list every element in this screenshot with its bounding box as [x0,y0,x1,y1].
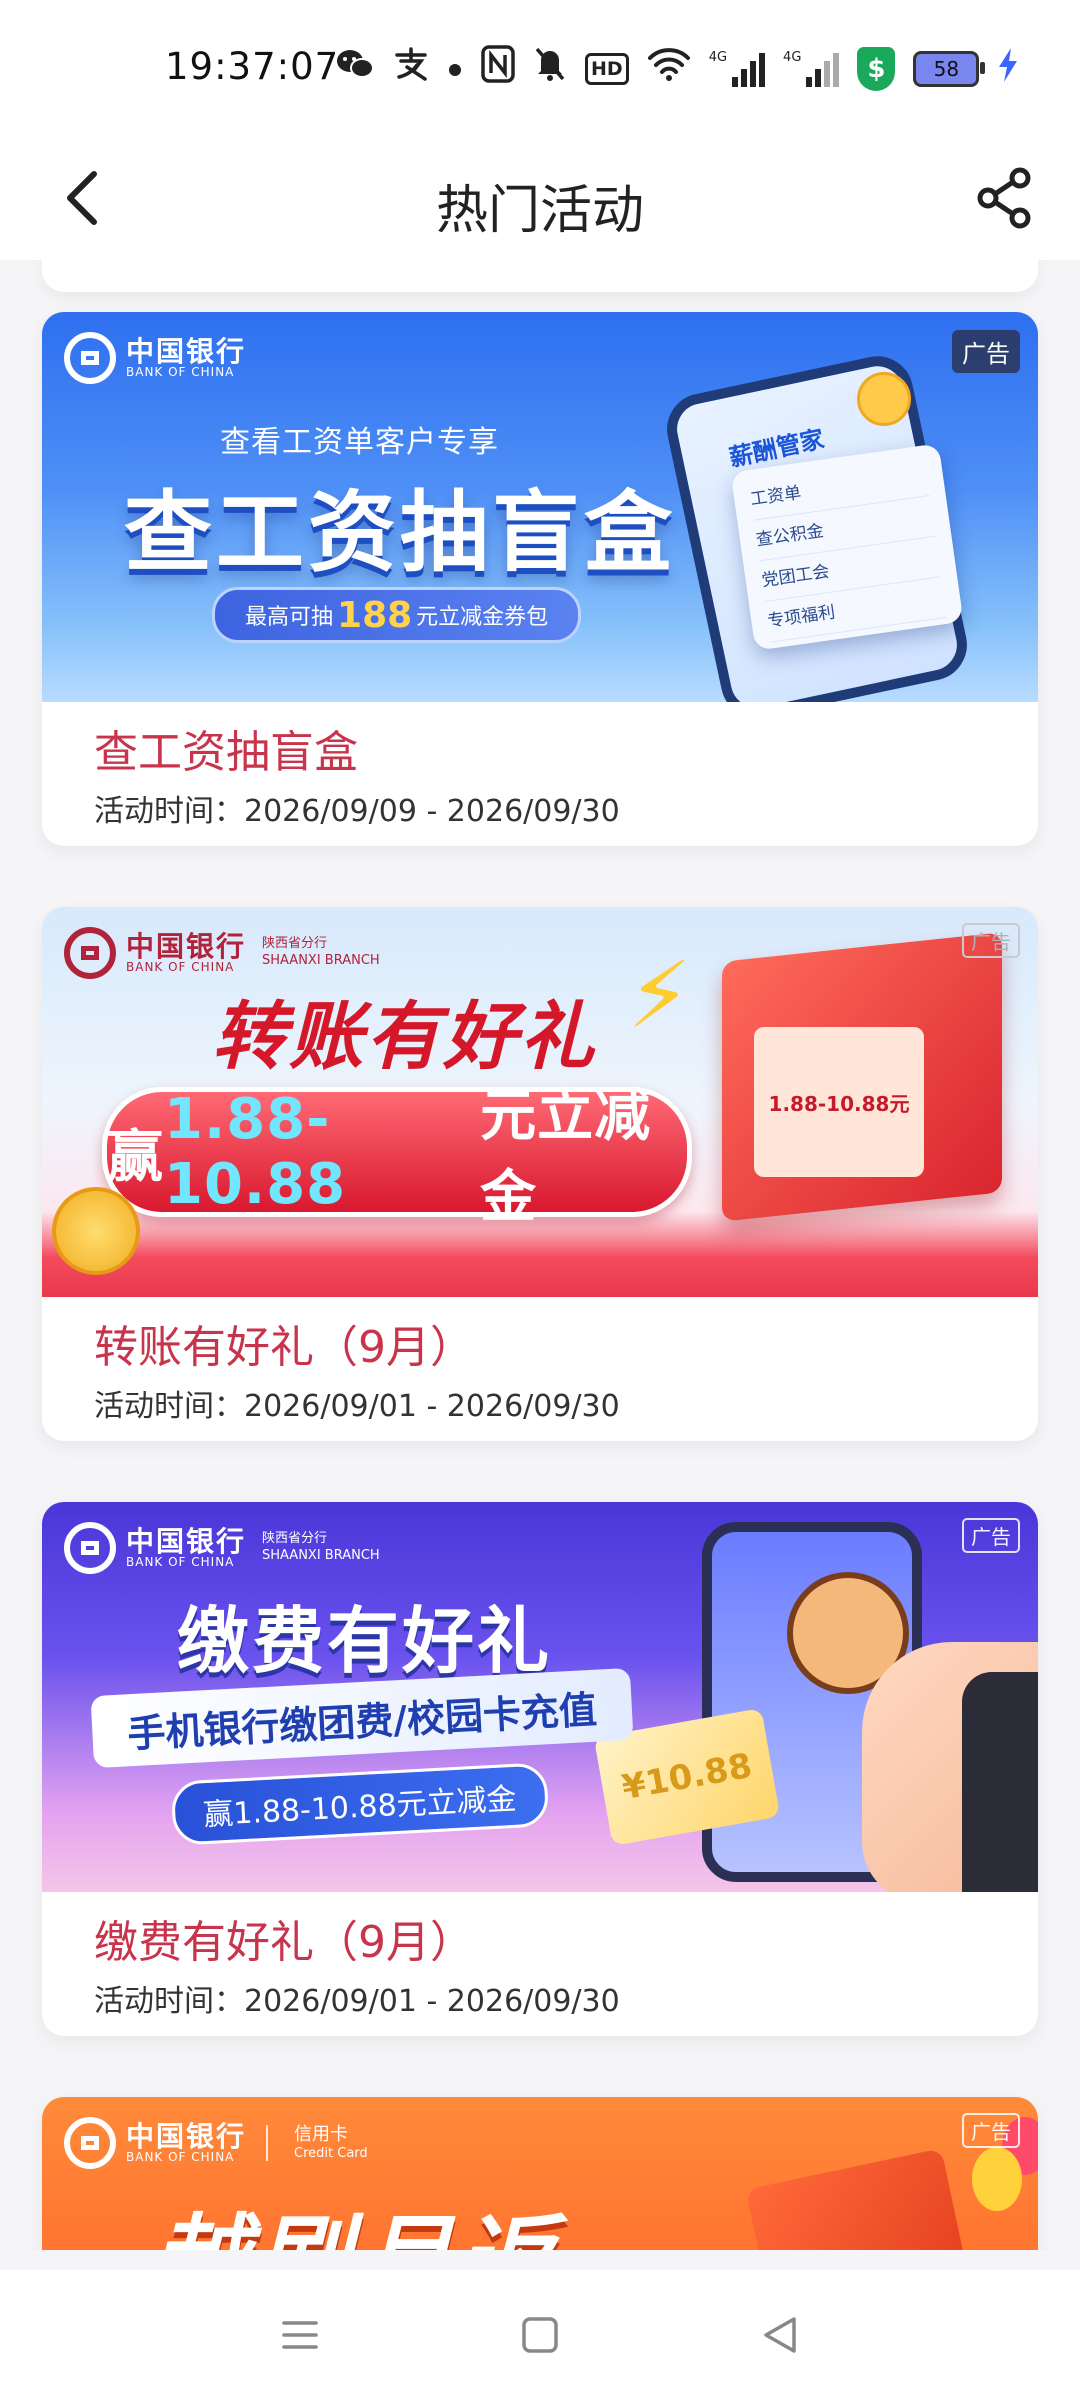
ad-badge: 广告 [962,923,1020,958]
banner-subline: 手机银行缴团费/校园卡充值 [90,1667,634,1769]
card-time: 活动时间：2026/09/01 - 2026/09/30 [94,1984,620,2019]
coin-illustration [52,1187,140,1275]
brand-name-cn: 中国银行 [126,335,247,368]
banner-headline: 查工资抽盲盒 [124,481,677,584]
ad-badge: 广告 [962,2113,1020,2148]
boc-logo: 中国银行 BANK OF CHINA 信用卡 Credit Card [64,2117,368,2169]
wifi-icon [647,46,691,93]
branch-name-cn: 陕西省分行 [262,1531,328,1547]
brand-name-cn: 中国银行 [126,1525,247,1558]
brand-name-cn: 中国银行 [126,930,247,963]
card-type-cn: 信用卡 [294,2123,349,2145]
alipay-icon [393,46,429,92]
pill-prefix: 最高可抽 [245,605,334,630]
signal-4g-label: 4G [708,50,728,65]
share-icon [977,167,1031,229]
pill-amount: 1.88-10.88 [164,1087,347,1217]
banner-pill: 赢1.88-10.88 元立减金 [102,1084,692,1230]
banner-headline: 缴费有好礼 [177,1599,553,1683]
card-title: 缴费有好礼（9月） [94,1917,474,1968]
mute-icon [533,45,567,94]
coin-illustration [857,372,911,426]
ad-badge: 广告 [952,330,1020,373]
dot-icon [447,49,463,89]
system-back-button[interactable] [740,2295,820,2375]
activity-card-payment[interactable]: 中国银行 BANK OF CHINA 陕西省分行 SHAANXI BRANCH … [42,1502,1038,2036]
boc-logo-icon [64,2117,116,2169]
activity-banner[interactable]: 中国银行 BANK OF CHINA 信用卡 Credit Card 越刷月返 … [42,2097,1038,2250]
banner-subtitle: 查看工资单客户专享 [220,425,499,460]
pill-suffix: 元立减金 [480,1084,652,1230]
recent-apps-button[interactable] [260,2295,340,2375]
lightning-icon: ⚡ [627,942,692,1049]
card-info: 查工资抽盲盒 活动时间：2026/09/09 - 2026/09/30 [42,702,1038,846]
hd-icon: HD [585,53,629,85]
activity-banner[interactable]: 中国银行 BANK OF CHINA 查看工资单客户专享 查工资抽盲盒 最高可抽… [42,312,1038,702]
boc-logo: 中国银行 BANK OF CHINA 陕西省分行 SHAANXI BRANCH [64,1522,380,1574]
page-title: 热门活动 [435,181,644,241]
branch-name-cn: 陕西省分行 [262,936,328,952]
nfc-icon [481,44,515,94]
wechat-icon [335,47,375,92]
boc-logo-icon [64,927,116,979]
activity-card-transfer[interactable]: 中国银行 BANK OF CHINA 陕西省分行 SHAANXI BRANCH … [42,907,1038,1441]
signal-4g-label: 4G [783,50,802,65]
envelope-illustration: 1.88-10.88元 [754,1027,924,1177]
branch-name-en: SHAANXI BRANCH [262,1548,380,1563]
home-button[interactable] [500,2295,580,2375]
sleeve-illustration [962,1672,1038,1892]
boc-logo-icon [64,332,116,384]
card-info: 转账有好礼（9月） 活动时间：2026/09/01 - 2026/09/30 [42,1297,1038,1441]
card-time: 活动时间：2026/09/09 - 2026/09/30 [94,794,620,829]
boc-logo: 中国银行 BANK OF CHINA 陕西省分行 SHAANXI BRANCH [64,927,380,979]
brand-name-en: BANK OF CHINA [126,365,235,380]
back-triangle-icon [764,2317,796,2353]
boc-logo: 中国银行 BANK OF CHINA [64,332,246,384]
pill-amount: 188 [337,594,413,636]
card-info: 缴费有好礼（9月） 活动时间：2026/09/01 - 2026/09/30 [42,1892,1038,2036]
gift-box-illustration [745,2148,979,2250]
status-icons: HD 4G 4G $ 58 [335,44,1019,94]
activity-banner[interactable]: 中国银行 BANK OF CHINA 陕西省分行 SHAANXI BRANCH … [42,907,1038,1297]
signal-4g-icon: 4G [708,50,766,87]
card-type-en: Credit Card [294,2146,368,2162]
brand-name-en: BANK OF CHINA [126,960,235,975]
status-time: 19:37:07 [165,45,340,88]
banner-headline: 越刷月返 [152,2182,560,2250]
app-header: 热门活动 [0,140,1080,260]
charging-icon [997,48,1019,90]
balloon-illustration [972,2147,1022,2211]
battery-icon: 58 [913,51,986,87]
ad-badge: 广告 [962,1518,1020,1553]
branch-name-en: SHAANXI BRANCH [262,953,380,968]
logo-divider [266,2125,269,2161]
brand-name-en: BANK OF CHINA [126,1555,235,1570]
activity-list[interactable]: 中国银行 BANK OF CHINA 查看工资单客户专享 查工资抽盲盒 最高可抽… [0,260,1080,2250]
envelope-text: 1.88-10.88元 [768,1091,910,1116]
card-title: 查工资抽盲盒 [94,727,358,778]
battery-level: 58 [933,57,960,81]
previous-card-edge [42,260,1038,292]
home-icon [522,2317,558,2353]
shield-icon: $ [857,47,896,91]
boc-logo-icon [64,1522,116,1574]
menu-icon [282,2321,318,2349]
pill-prefix: 赢 [107,1124,164,1190]
banner-pill: 赢1.88-10.88元立减金 [170,1762,549,1846]
activity-card-salary[interactable]: 中国银行 BANK OF CHINA 查看工资单客户专享 查工资抽盲盒 最高可抽… [42,312,1038,846]
system-nav-bar [0,2270,1080,2400]
share-button[interactable] [964,158,1044,238]
brand-name-cn: 中国银行 [126,2120,247,2153]
banner-headline: 转账有好礼 [212,994,597,1080]
card-time: 活动时间：2026/09/01 - 2026/09/30 [94,1389,620,1424]
phone-menu-illustration: 工资单 查公积金 党团工会 专项福利 [730,443,964,651]
status-bar: 19:37:07 HD 4G 4G $ 58 [0,0,1080,140]
activity-card-credit[interactable]: 中国银行 BANK OF CHINA 信用卡 Credit Card 越刷月返 … [42,2097,1038,2250]
activity-banner[interactable]: 中国银行 BANK OF CHINA 陕西省分行 SHAANXI BRANCH … [42,1502,1038,1892]
signal-4g-icon: 4G [783,50,840,87]
pill-suffix: 元立减金券包 [416,605,549,630]
banner-pill: 最高可抽 188 元立减金券包 [212,587,582,643]
card-title: 转账有好礼（9月） [94,1322,474,1373]
brand-name-en: BANK OF CHINA [126,2150,235,2165]
